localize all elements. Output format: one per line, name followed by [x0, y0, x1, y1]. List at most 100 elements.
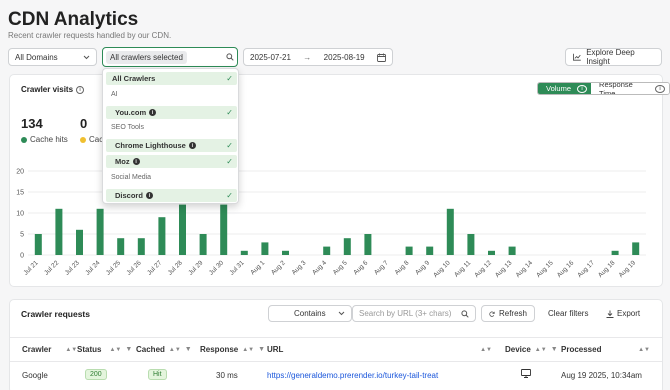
sort-icon[interactable]: ▲▼: [242, 347, 254, 353]
refresh-icon: [489, 311, 495, 317]
bar[interactable]: [137, 238, 145, 255]
export-label: Export: [617, 309, 641, 318]
bar[interactable]: [199, 234, 207, 255]
x-tick-label: Jul 31: [228, 259, 245, 276]
bar[interactable]: [240, 250, 248, 255]
option-you-com[interactable]: You.com i ✓: [106, 106, 237, 119]
column-label: Cached: [136, 345, 165, 354]
bar[interactable]: [426, 246, 434, 255]
sort-icon[interactable]: ▲▼: [109, 347, 121, 353]
stat-cache-misses: 0 Cac: [80, 116, 103, 144]
option-moz[interactable]: Moz i ✓: [106, 155, 237, 168]
toggle-volume[interactable]: Volume i: [538, 83, 592, 94]
x-tick-label: Aug 19: [618, 259, 638, 279]
bar[interactable]: [179, 204, 186, 255]
option-label: You.com: [115, 108, 147, 117]
sort-icon[interactable]: ▲▼: [480, 347, 492, 353]
bar[interactable]: [405, 246, 413, 255]
refresh-button[interactable]: Refresh: [481, 305, 535, 322]
column-response[interactable]: Response ▲▼ ▼: [200, 345, 265, 354]
bar[interactable]: [488, 250, 495, 255]
bar[interactable]: [364, 234, 372, 255]
explore-deep-insight-button[interactable]: Explore Deep Insight: [565, 48, 662, 66]
bar[interactable]: [117, 238, 125, 255]
y-tick-label: 15: [16, 190, 24, 197]
filter-icon[interactable]: ▼: [125, 346, 132, 353]
url-search-input[interactable]: Search by URL (3+ chars): [352, 305, 476, 322]
info-icon[interactable]: i: [76, 85, 85, 94]
info-icon: i: [188, 142, 196, 149]
x-tick-label: Aug 1: [249, 259, 266, 276]
bar[interactable]: [282, 250, 289, 255]
column-crawler[interactable]: Crawler ▲▼: [22, 345, 77, 354]
legend-dot: [80, 136, 86, 143]
column-device[interactable]: Device ▲▼ ▼: [505, 345, 558, 354]
page-title: CDN Analytics: [8, 9, 139, 30]
download-icon: [606, 310, 614, 318]
bar[interactable]: [158, 217, 166, 255]
info-icon: i: [577, 84, 588, 93]
sort-icon[interactable]: ▲▼: [535, 347, 547, 353]
clear-filters-button[interactable]: Clear filters: [548, 309, 588, 318]
info-icon: i: [145, 192, 153, 199]
export-button[interactable]: Export: [606, 309, 640, 318]
match-mode-select[interactable]: Contains: [268, 305, 352, 322]
bar[interactable]: [467, 234, 475, 255]
x-tick-label: Aug 14: [515, 259, 535, 279]
check-icon: ✓: [226, 141, 233, 150]
bar[interactable]: [611, 250, 619, 255]
crawlers-dropdown[interactable]: All crawlers selected: [102, 47, 238, 67]
bar[interactable]: [446, 208, 454, 255]
desktop-icon: [521, 369, 531, 380]
x-tick-label: Aug 7: [373, 259, 390, 276]
chart-line-icon: [573, 53, 581, 61]
x-tick-label: Aug 10: [432, 259, 452, 279]
bar[interactable]: [323, 246, 331, 255]
toggle-response-label: Response Time: [599, 82, 633, 95]
x-tick-label: Aug 6: [352, 259, 369, 276]
bar[interactable]: [343, 238, 351, 255]
column-processed[interactable]: Processed ▲▼: [561, 345, 650, 354]
option-chrome-lighthouse[interactable]: Chrome Lighthouse i ✓: [106, 139, 237, 152]
column-label: URL: [267, 345, 284, 354]
y-tick-label: 0: [20, 253, 24, 260]
bar[interactable]: [76, 229, 83, 255]
column-label: Response: [200, 345, 239, 354]
toggle-response-time[interactable]: Response Time i: [591, 83, 669, 94]
domains-dropdown[interactable]: All Domains: [8, 48, 97, 66]
filter-icon[interactable]: ▼: [258, 346, 265, 353]
chevron-down-icon: [83, 55, 90, 59]
explore-label: Explore Deep Insight: [586, 48, 635, 66]
sort-icon[interactable]: ▲▼: [65, 347, 77, 353]
group-label-social-media: Social Media: [111, 174, 152, 181]
filter-icon[interactable]: ▼: [551, 346, 558, 353]
x-tick-label: Aug 13: [494, 259, 514, 279]
bar[interactable]: [55, 208, 63, 255]
column-cached[interactable]: Cached ▲▼ ▼: [136, 345, 192, 354]
option-label: Chrome Lighthouse: [115, 141, 186, 150]
x-tick-label: Aug 5: [332, 259, 349, 276]
bar[interactable]: [508, 246, 516, 255]
bar[interactable]: [96, 208, 104, 255]
stat-value: 0: [80, 116, 88, 131]
option-discord[interactable]: Discord i ✓: [106, 189, 237, 202]
cell-url-link[interactable]: https://generaldemo.prerender.io/turkey-…: [267, 371, 438, 380]
bar[interactable]: [220, 204, 228, 255]
sort-icon[interactable]: ▲▼: [638, 347, 650, 353]
date-range-picker[interactable]: 2025-07-21 → 2025-08-19: [243, 48, 393, 66]
info-icon: i: [149, 109, 157, 116]
column-status[interactable]: Status ▲▼ ▼: [77, 345, 132, 354]
bar[interactable]: [632, 242, 640, 255]
sort-icon[interactable]: ▲▼: [169, 347, 181, 353]
bar[interactable]: [34, 234, 42, 255]
info-icon: i: [132, 158, 140, 165]
toggle-volume-label: Volume: [546, 84, 572, 93]
x-tick-label: Jul 28: [167, 259, 184, 276]
crawlers-selected-chip: All crawlers selected: [106, 50, 187, 64]
option-all-crawlers[interactable]: All Crawlers ✓: [106, 72, 237, 85]
check-icon: ✓: [226, 157, 233, 166]
column-url[interactable]: URL ▲▼: [267, 345, 492, 354]
filter-icon[interactable]: ▼: [185, 346, 192, 353]
bar[interactable]: [261, 242, 269, 255]
cache-value: Hit: [148, 369, 167, 380]
